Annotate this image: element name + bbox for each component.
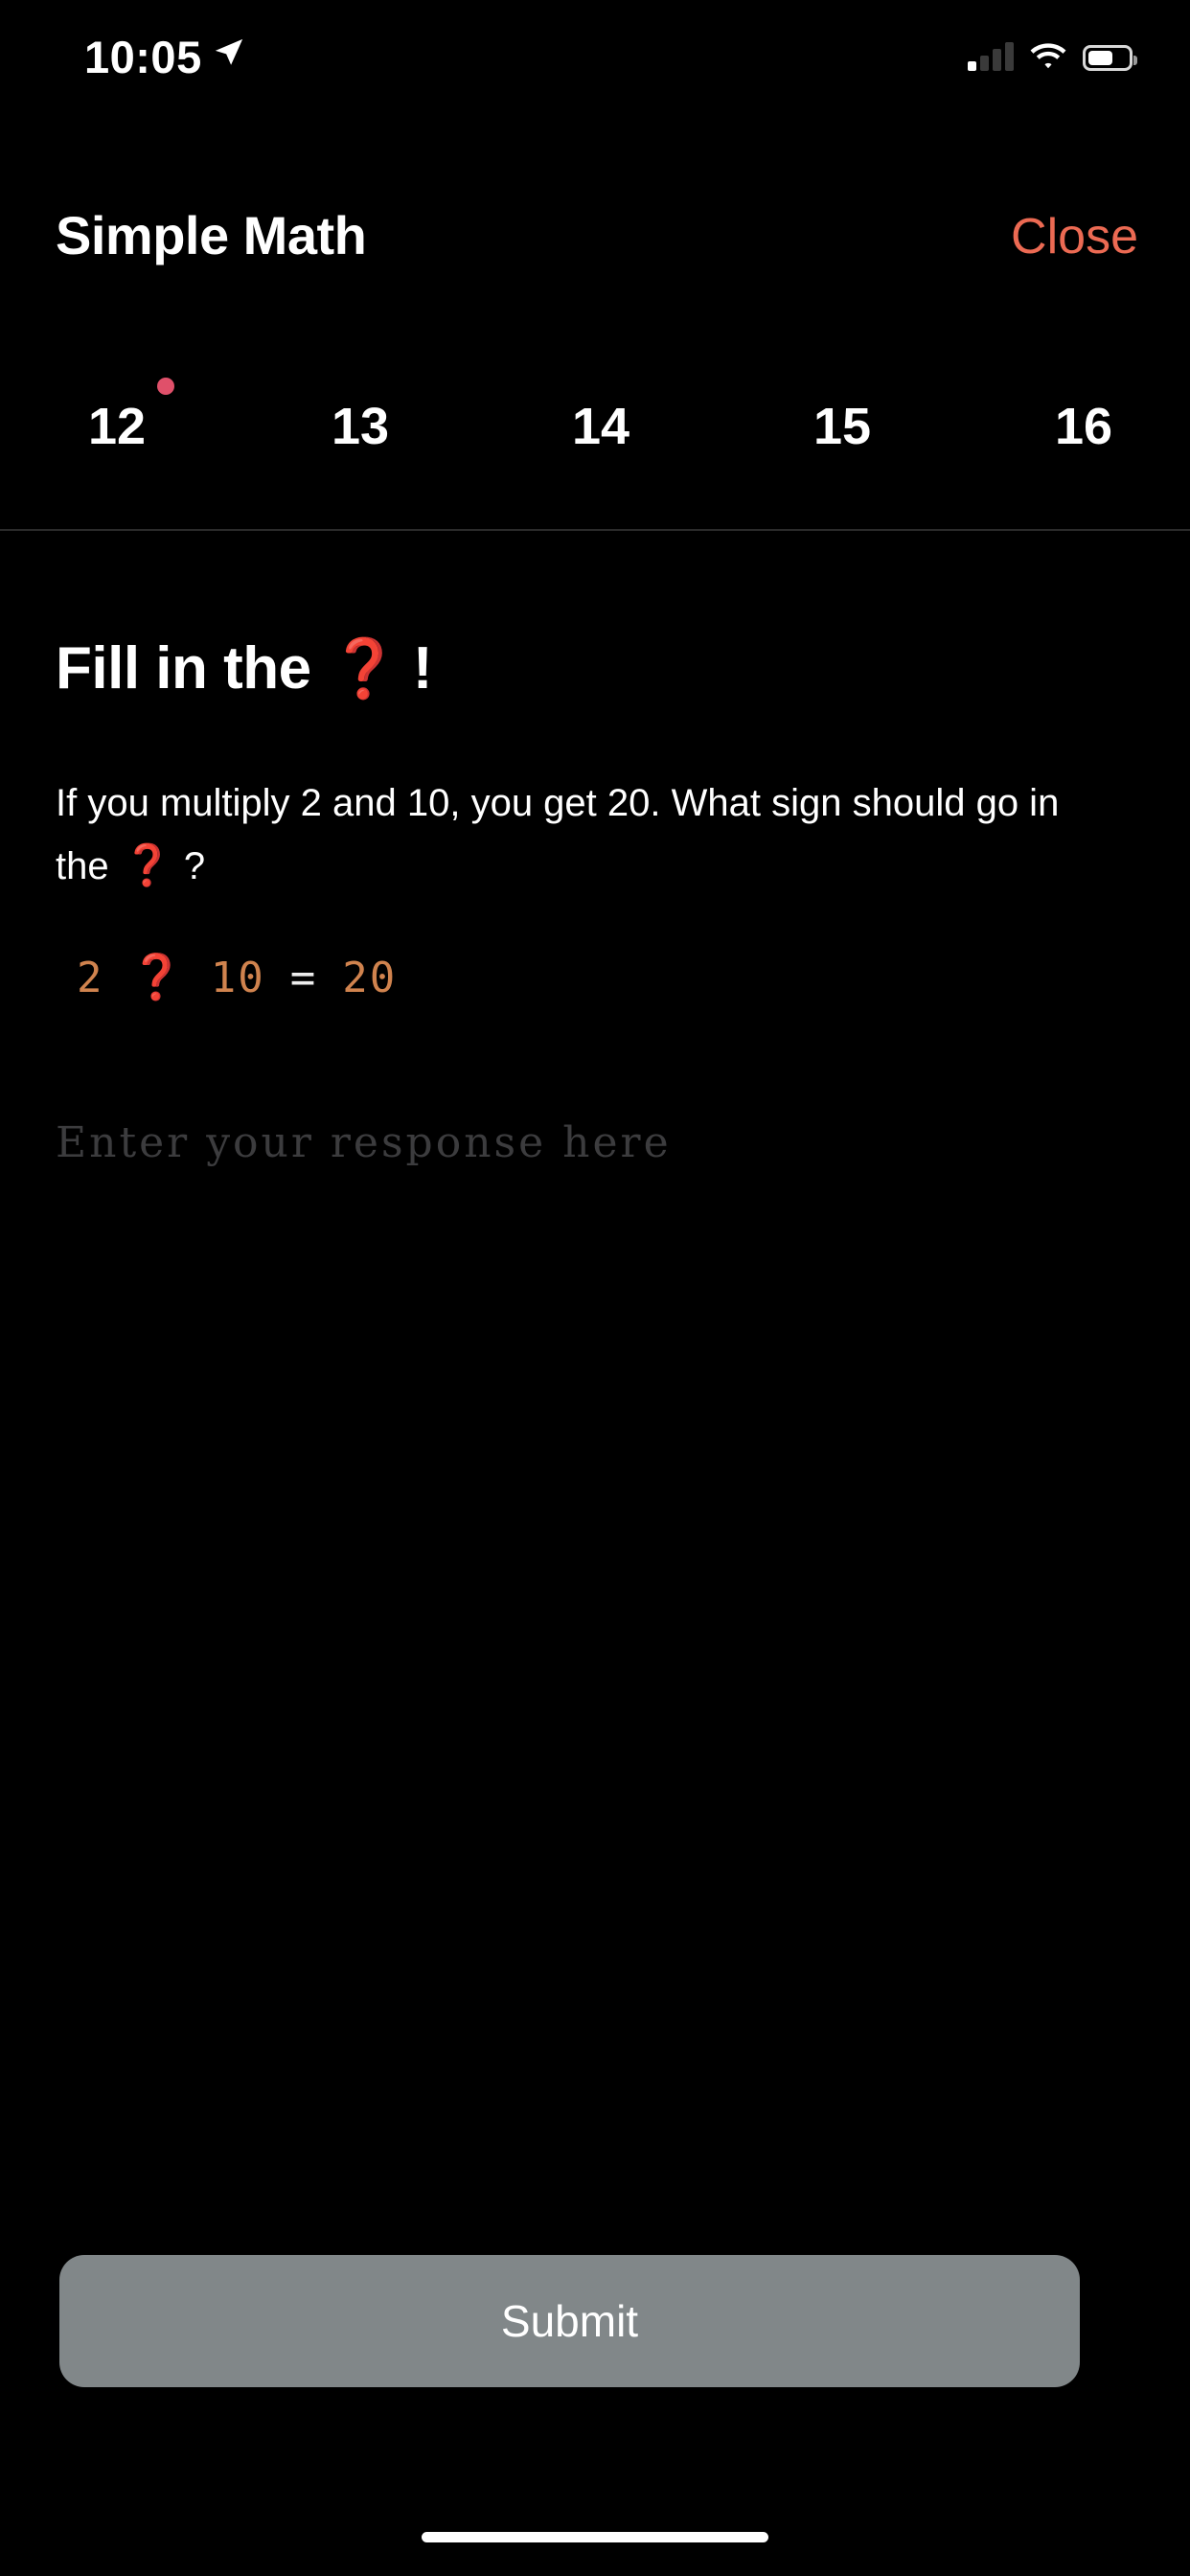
close-button[interactable]: Close <box>1011 208 1138 265</box>
location-arrow-icon <box>213 36 245 69</box>
equation-right-operand: 10 <box>210 954 265 1002</box>
question-mark-icon: ❓ <box>128 951 186 1002</box>
pager-item-14[interactable]: 14 <box>515 355 687 460</box>
question-mark-icon: ❓ <box>122 842 172 888</box>
pager-item-label: 12 <box>87 398 147 455</box>
pager-item-16[interactable]: 16 <box>997 355 1170 460</box>
pager-item-12[interactable]: 12 <box>31 355 203 460</box>
equation-left-operand: 2 <box>77 954 104 1002</box>
battery-icon <box>1083 45 1137 71</box>
pager-item-13[interactable]: 13 <box>274 355 446 460</box>
headline-text-after: ! <box>412 635 433 702</box>
status-bar-indicators <box>968 36 1137 71</box>
pager-item-label: 15 <box>812 398 872 455</box>
question-headline: Fill in the ❓ ! <box>56 634 432 702</box>
nav-header: Simple Math Close <box>0 196 1190 292</box>
pager-item-15[interactable]: 15 <box>756 355 928 460</box>
wifi-icon <box>1030 42 1066 71</box>
status-bar-time: 10:05 <box>84 32 202 82</box>
response-input[interactable] <box>56 1085 1129 1200</box>
question-prompt: If you multiply 2 and 10, you get 20. Wh… <box>56 773 1129 898</box>
prompt-line-1: If you multiply 2 and 10, you get 20. Wh… <box>56 782 966 824</box>
question-pager[interactable]: 12 13 14 15 16 <box>0 355 1190 470</box>
equation-result: 20 <box>342 954 398 1002</box>
cellular-signal-icon <box>968 42 1014 71</box>
phone-screen: 10:05 Simple Math Close 12 13 14 15 16 F… <box>0 0 1190 2576</box>
prompt-line-2-after: ? <box>183 845 206 888</box>
pager-active-dot <box>157 378 174 395</box>
equation-equals-sign: = <box>289 954 318 1002</box>
question-mark-icon: ❓ <box>328 636 400 701</box>
equation-display: 2 ❓ 10 = 20 <box>77 951 397 1003</box>
home-indicator[interactable] <box>422 2532 768 2542</box>
submit-button[interactable]: Submit <box>59 2255 1080 2387</box>
pager-item-label: 13 <box>331 398 390 455</box>
headline-text-before: Fill in the <box>56 635 311 702</box>
status-bar: 10:05 <box>0 0 1190 115</box>
pager-item-label: 16 <box>1054 398 1113 455</box>
pager-item-label: 14 <box>571 398 630 455</box>
page-title: Simple Math <box>56 205 367 265</box>
